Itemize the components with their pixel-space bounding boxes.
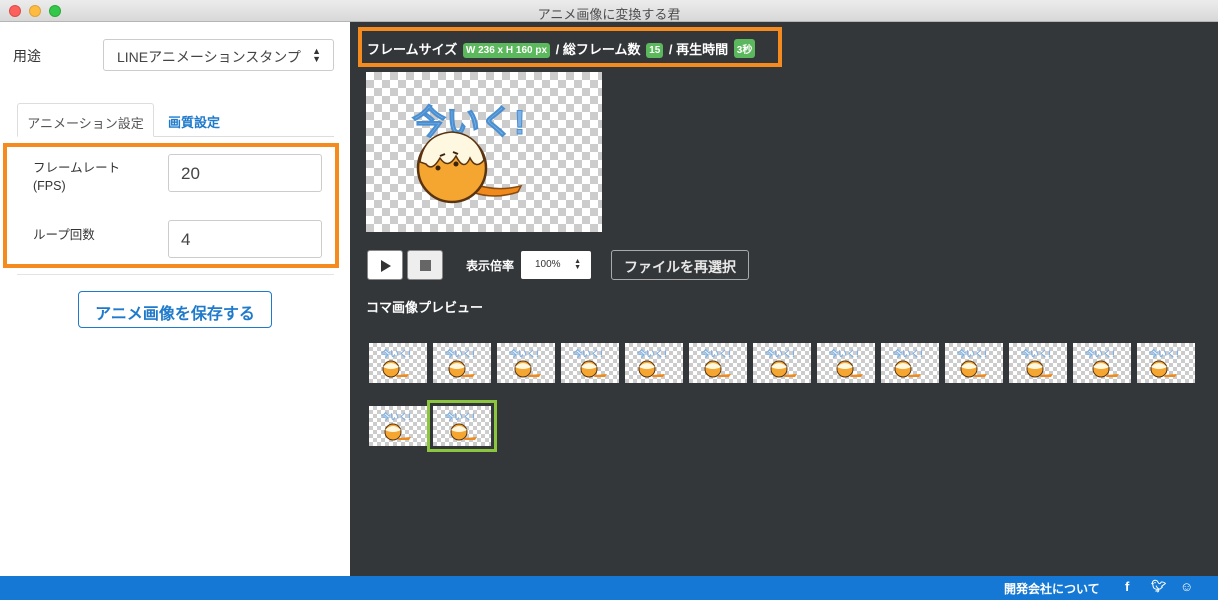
thumb-text: 今いく! bbox=[828, 348, 859, 359]
total-frames-badge: 15 bbox=[646, 43, 664, 58]
zoom-select[interactable]: 100% ▲ ▼ bbox=[521, 251, 591, 279]
frame-thumbnail[interactable]: 今いく! bbox=[1137, 343, 1195, 383]
thumb-text: 今いく! bbox=[572, 348, 603, 359]
frame-thumbnail[interactable]: 今いく! bbox=[497, 343, 555, 383]
frame-thumbnail[interactable]: 今いく! bbox=[369, 406, 427, 446]
preview-panel: フレームサイズ W 236 x H 160 px / 総フレーム数 15 / 再… bbox=[350, 22, 1218, 576]
thumb-text: 今いく! bbox=[956, 348, 987, 359]
tab-quality-settings[interactable]: 画質設定 bbox=[154, 103, 234, 137]
frame-thumbnail[interactable]: 今いく! bbox=[689, 343, 747, 383]
duration-label: 再生時間 bbox=[676, 42, 729, 57]
frame-thumbnail[interactable]: 今いく! bbox=[433, 343, 491, 383]
frame-thumbnail[interactable]: 今いく! bbox=[753, 343, 811, 383]
thumb-text: 今いく! bbox=[508, 348, 539, 359]
frame-thumbnail[interactable]: 今いく! bbox=[945, 343, 1003, 383]
thumb-text: 今いく! bbox=[700, 348, 731, 359]
settings-tabs: アニメーション設定 画質設定 bbox=[17, 103, 334, 137]
thumb-text: 今いく! bbox=[1084, 348, 1115, 359]
frame-rate-input[interactable]: 20 bbox=[168, 154, 322, 192]
zoom-label: 表示倍率 bbox=[466, 259, 515, 273]
about-company-link[interactable]: 開発会社について bbox=[1004, 580, 1100, 597]
smiley-icon[interactable]: ☺ bbox=[1180, 579, 1193, 594]
frame-thumbnail[interactable]: 今いく! bbox=[427, 400, 497, 452]
facebook-icon[interactable]: f bbox=[1125, 579, 1129, 594]
usage-label: 用途 bbox=[13, 48, 41, 64]
settings-panel: 用途 LINEアニメーションスタンプ ▲ ▼ アニメーション設定 画質設定 フレー… bbox=[0, 22, 350, 576]
thumb-text: 今いく! bbox=[1148, 348, 1179, 359]
duration-badge: 3秒 bbox=[733, 39, 756, 58]
frame-thumbnail[interactable]: 今いく! bbox=[1073, 343, 1131, 383]
usage-select[interactable]: LINEアニメーションスタンプ ▲ ▼ bbox=[103, 39, 334, 71]
frame-size-badge: W 236 x H 160 px bbox=[462, 43, 551, 58]
frame-thumbnail[interactable]: 今いく! bbox=[561, 343, 619, 383]
reselect-file-button[interactable]: ファイルを再選択 bbox=[611, 250, 749, 280]
frame-rate-label: フレームレート (FPS) bbox=[33, 161, 121, 193]
separator: / bbox=[555, 42, 560, 57]
thumb-text: 今いく! bbox=[444, 411, 475, 422]
thumb-text: 今いく! bbox=[892, 348, 923, 359]
divider bbox=[17, 274, 334, 275]
window-title: アニメ画像に変換する君 bbox=[537, 7, 681, 22]
zoom-value: 100% bbox=[535, 259, 561, 270]
frame-thumbnail[interactable]: 今いく! bbox=[1009, 343, 1067, 383]
title-bar: アニメ画像に変換する君 bbox=[0, 0, 1218, 22]
frame-preview-heading: コマ画像プレビュー bbox=[366, 300, 484, 315]
separator: / bbox=[668, 42, 673, 57]
frame-info-bar: フレームサイズ W 236 x H 160 px / 総フレーム数 15 / 再… bbox=[358, 27, 782, 67]
loop-count-label: ループ回数 bbox=[33, 228, 95, 242]
frame-thumbnail[interactable]: 今いく! bbox=[817, 343, 875, 383]
animation-settings-group: フレームレート (FPS) 20 ループ回数 4 bbox=[3, 143, 339, 268]
usage-select-value: LINEアニメーションスタンプ bbox=[117, 49, 301, 65]
thumb-text: 今いく! bbox=[764, 348, 795, 359]
save-animation-button[interactable]: アニメ画像を保存する bbox=[78, 291, 272, 328]
frame-thumbnail[interactable]: 今いく! bbox=[625, 343, 683, 383]
animation-preview: 今いく! bbox=[366, 72, 602, 232]
frame-thumbnail[interactable]: 今いく! bbox=[369, 343, 427, 383]
thumb-text: 今いく! bbox=[380, 348, 411, 359]
play-button[interactable] bbox=[367, 250, 403, 280]
select-arrows-icon: ▲ ▼ bbox=[312, 46, 321, 64]
frame-size-label: フレームサイズ bbox=[367, 42, 458, 57]
frame-thumbnail[interactable]: 今いく! bbox=[881, 343, 939, 383]
total-frames-label: 総フレーム数 bbox=[562, 42, 641, 57]
select-arrows-icon: ▲ ▼ bbox=[574, 258, 581, 271]
tab-animation-settings[interactable]: アニメーション設定 bbox=[17, 103, 154, 137]
thumb-text: 今いく! bbox=[636, 348, 667, 359]
stop-button[interactable] bbox=[407, 250, 443, 280]
takoyaki-sticker-image: 今いく! bbox=[412, 103, 526, 204]
thumb-text: 今いく! bbox=[444, 348, 475, 359]
loop-count-input[interactable]: 4 bbox=[168, 220, 322, 258]
status-bar: 開発会社について f 🐦︎ ☺ bbox=[0, 576, 1218, 600]
thumb-text: 今いく! bbox=[1020, 348, 1051, 359]
thumb-text: 今いく! bbox=[380, 411, 411, 422]
twitter-icon[interactable]: 🐦︎ bbox=[1151, 579, 1166, 593]
